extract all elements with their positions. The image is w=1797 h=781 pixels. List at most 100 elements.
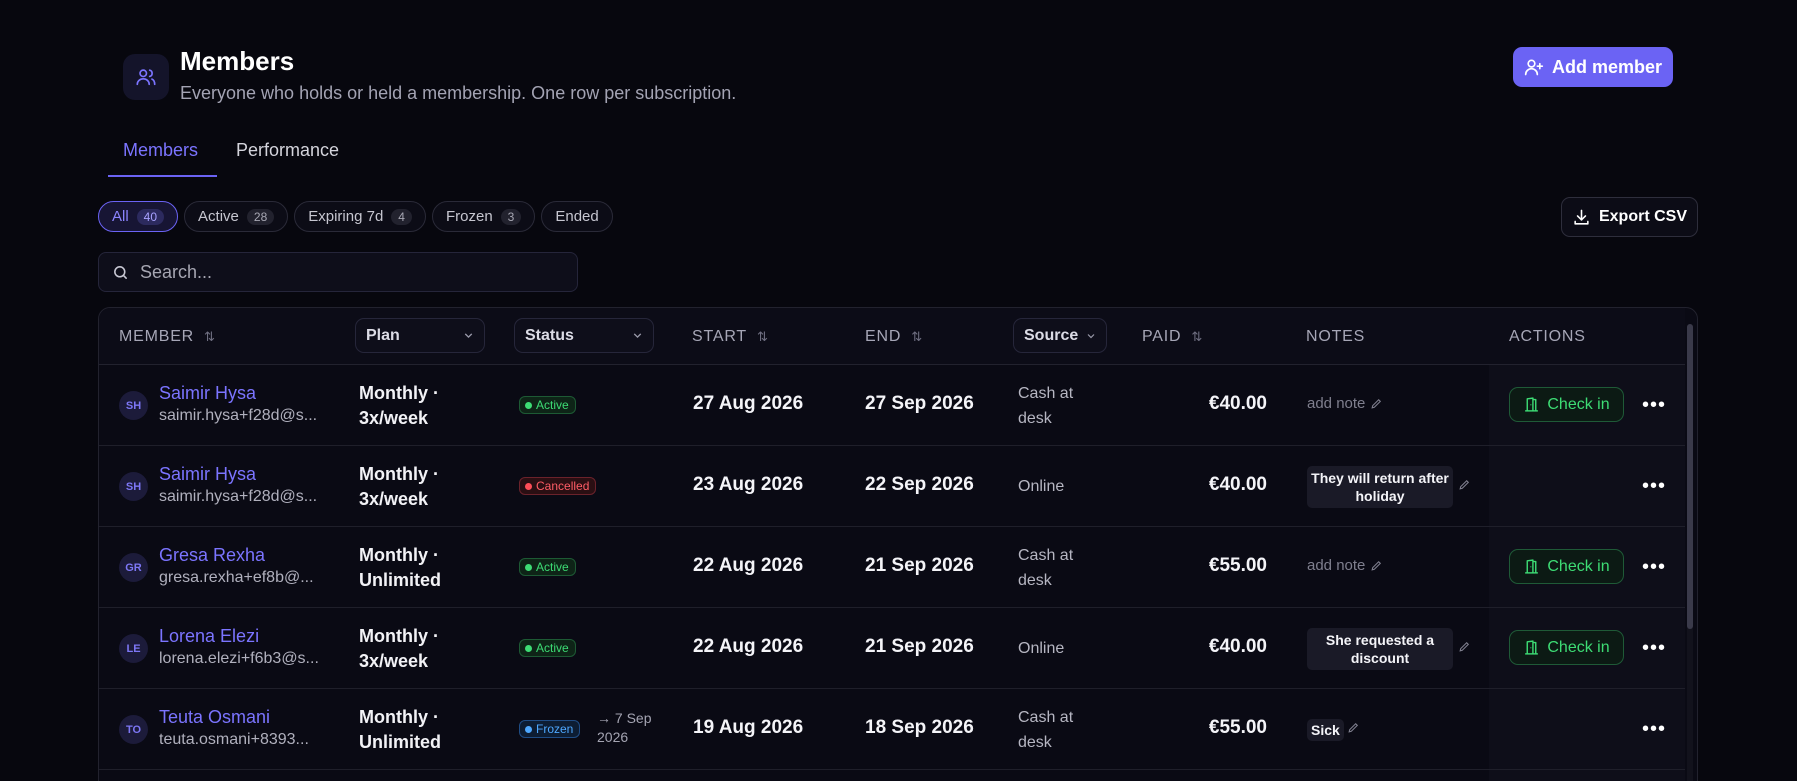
check-in-label: Check in bbox=[1547, 557, 1610, 575]
filter-chip-active[interactable]: Active 28 bbox=[184, 201, 289, 232]
note-text[interactable]: She requested a discount bbox=[1307, 628, 1453, 670]
filter-chip-ended[interactable]: Ended bbox=[541, 201, 613, 232]
member-name-link[interactable]: Teuta Osmani bbox=[159, 707, 270, 728]
add-note-label: add note bbox=[1307, 557, 1366, 574]
status-label: Active bbox=[536, 641, 569, 655]
search-input[interactable] bbox=[140, 261, 560, 283]
column-label: MEMBER bbox=[119, 327, 195, 345]
members-table: MEMBER ⇅ Plan Status START ⇅ END ⇅ Sourc… bbox=[98, 307, 1698, 781]
sort-icon: ⇅ bbox=[204, 328, 216, 344]
member-email: lorena.elezi+f6b3@s... bbox=[159, 650, 319, 667]
add-member-button[interactable]: Add member bbox=[1513, 47, 1673, 87]
users-icon bbox=[123, 54, 169, 100]
check-in-button[interactable]: Check in bbox=[1509, 549, 1624, 584]
filter-chip-all[interactable]: All 40 bbox=[98, 201, 179, 232]
column-member[interactable]: MEMBER ⇅ bbox=[119, 308, 216, 365]
more-actions-icon[interactable]: ••• bbox=[1639, 472, 1669, 500]
column-label: END bbox=[865, 327, 902, 345]
status-label: Cancelled bbox=[536, 479, 590, 493]
column-label: ACTIONS bbox=[1509, 327, 1586, 345]
more-actions-icon[interactable]: ••• bbox=[1639, 553, 1669, 581]
door-icon bbox=[1525, 640, 1539, 655]
plan-filter-select[interactable]: Plan bbox=[355, 318, 485, 353]
member-name-link[interactable]: Saimir Hysa bbox=[159, 383, 256, 404]
payment-source: Cash at desk bbox=[1018, 709, 1074, 751]
scrollbar-thumb[interactable] bbox=[1687, 324, 1693, 629]
filter-label: All bbox=[112, 208, 129, 225]
status-dot bbox=[525, 401, 532, 409]
active-tab-indicator bbox=[108, 175, 217, 177]
add-note-button[interactable]: add note bbox=[1307, 557, 1383, 574]
add-member-label: Add member bbox=[1551, 56, 1663, 77]
member-email: saimir.hysa+f28d@s... bbox=[159, 407, 318, 424]
check-in-label: Check in bbox=[1547, 638, 1610, 656]
source-filter-select[interactable]: Source bbox=[1013, 318, 1107, 353]
filter-chip-frozen[interactable]: Frozen 3 bbox=[431, 201, 536, 232]
note-text[interactable]: Sick bbox=[1307, 719, 1344, 741]
pencil-icon[interactable] bbox=[1458, 640, 1471, 653]
member-email: teuta.osmani+8393... bbox=[159, 731, 309, 748]
member-name-link[interactable]: Lorena Elezi bbox=[159, 626, 259, 647]
status-dot bbox=[525, 563, 532, 571]
filter-count: 3 bbox=[500, 208, 522, 225]
start-date: 19 Aug 2026 bbox=[693, 717, 804, 738]
payment-source: Online bbox=[1018, 478, 1065, 495]
chevron-down-icon bbox=[633, 333, 642, 339]
paid-amount: €40.00 bbox=[1208, 393, 1267, 414]
column-label: Source bbox=[1024, 326, 1079, 344]
status-badge: Active bbox=[519, 639, 576, 657]
status-dot bbox=[525, 482, 532, 490]
column-paid[interactable]: PAID ⇅ bbox=[1142, 308, 1203, 365]
column-notes: NOTES bbox=[1306, 308, 1365, 365]
tab-members[interactable]: Members bbox=[123, 140, 198, 161]
filter-count: 40 bbox=[136, 208, 165, 225]
status-label: Active bbox=[536, 560, 569, 574]
check-in-button[interactable]: Check in bbox=[1509, 630, 1624, 665]
user-plus-icon bbox=[1524, 59, 1544, 76]
member-name-link[interactable]: Gresa Rexha bbox=[159, 545, 265, 566]
check-in-label: Check in bbox=[1547, 395, 1610, 413]
filter-chip-expiring[interactable]: Expiring 7d 4 bbox=[294, 201, 426, 232]
add-note-button[interactable]: add note bbox=[1307, 395, 1383, 412]
payment-source: Online bbox=[1018, 640, 1065, 657]
table-row: SH Saimir Hysa saimir.hysa+f28d@s... Mon… bbox=[99, 365, 1685, 446]
member-email: gresa.rexha+ef8b@... bbox=[159, 569, 314, 586]
filter-count: 4 bbox=[391, 208, 412, 225]
status-label: Active bbox=[536, 398, 569, 412]
status-badge: Frozen bbox=[519, 720, 581, 738]
page-subtitle: Everyone who holds or held a membership.… bbox=[180, 83, 737, 103]
check-in-button[interactable]: Check in bbox=[1509, 387, 1624, 422]
payment-source: Cash at desk bbox=[1018, 385, 1074, 427]
pencil-icon bbox=[1371, 560, 1382, 571]
more-actions-icon[interactable]: ••• bbox=[1639, 634, 1669, 662]
more-actions-icon[interactable]: ••• bbox=[1639, 391, 1669, 419]
avatar: SH bbox=[119, 391, 148, 420]
plan-name: Monthly · 3x/week bbox=[359, 464, 439, 509]
status-badge: Active bbox=[519, 396, 576, 414]
pencil-icon[interactable] bbox=[1458, 478, 1471, 491]
table-row: TO Teuta Osmani teuta.osmani+8393... Mon… bbox=[99, 689, 1685, 770]
table-row: LE Lorena Elezi lorena.elezi+f6b3@s... M… bbox=[99, 608, 1685, 689]
avatar: LE bbox=[119, 634, 148, 663]
member-name-link[interactable]: Saimir Hysa bbox=[159, 464, 256, 485]
column-end[interactable]: END ⇅ bbox=[865, 308, 923, 365]
filter-chips: All 40 Active 28 Expiring 7d 4 Frozen 3 … bbox=[98, 201, 613, 232]
tab-performance[interactable]: Performance bbox=[236, 140, 339, 161]
paid-amount: €55.00 bbox=[1208, 717, 1267, 738]
export-csv-button[interactable]: Export CSV bbox=[1561, 197, 1698, 237]
table-row: GR Gresa Rexha gresa.rexha+ef8b@... Mont… bbox=[99, 527, 1685, 608]
status-filter-select[interactable]: Status bbox=[514, 318, 654, 353]
column-start[interactable]: START ⇅ bbox=[692, 308, 769, 365]
pencil-icon[interactable] bbox=[1347, 721, 1360, 734]
avatar: SH bbox=[119, 472, 148, 501]
note-text[interactable]: They will return after holiday bbox=[1307, 466, 1453, 508]
export-label: Export CSV bbox=[1598, 208, 1687, 225]
sort-icon: ⇅ bbox=[756, 328, 769, 344]
door-icon bbox=[1525, 397, 1539, 412]
table-row: SH Saimir Hysa saimir.hysa+f28d@s... Mon… bbox=[99, 446, 1685, 527]
more-actions-icon[interactable]: ••• bbox=[1639, 715, 1669, 743]
column-actions: ACTIONS bbox=[1509, 308, 1586, 365]
chevron-down-icon bbox=[1087, 333, 1095, 338]
filter-count: 28 bbox=[246, 208, 275, 225]
sort-icon: ⇅ bbox=[1191, 328, 1204, 344]
